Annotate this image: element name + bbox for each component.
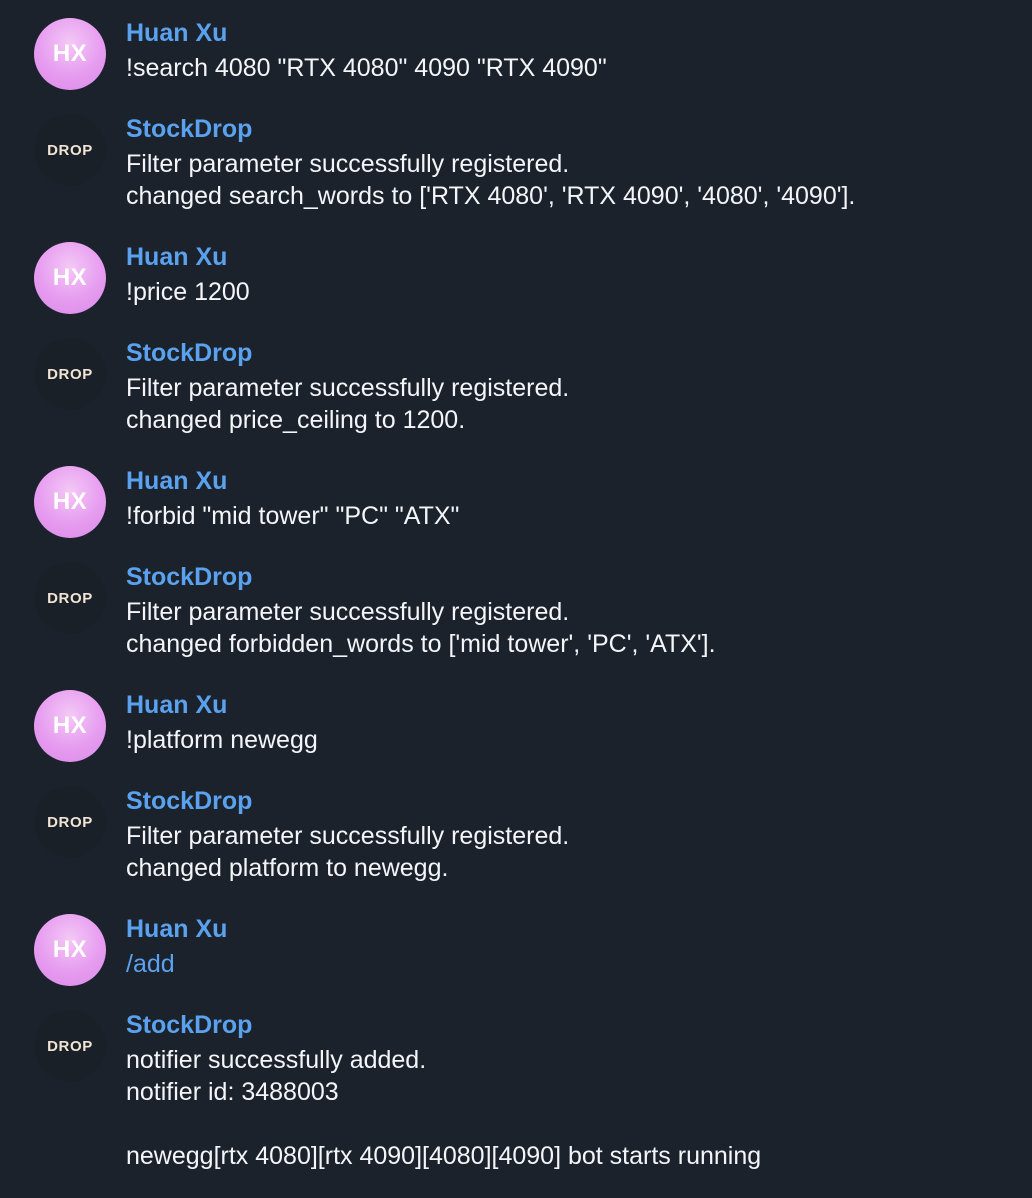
avatar-logo-text: DROP bbox=[47, 1037, 93, 1055]
message-text: !price 1200 bbox=[126, 278, 250, 306]
sender-name[interactable]: StockDrop bbox=[126, 786, 1012, 816]
user-avatar[interactable]: HX bbox=[34, 242, 106, 314]
sender-name[interactable]: StockDrop bbox=[126, 1010, 1012, 1040]
avatar-initials: HX bbox=[52, 264, 88, 291]
message-text: newegg[rtx 4080][rtx 4090][4080][4090] b… bbox=[126, 1142, 762, 1170]
user-avatar[interactable]: HX bbox=[34, 18, 106, 90]
user-avatar[interactable]: HX bbox=[34, 466, 106, 538]
message-text: changed search_words to ['RTX 4080', 'RT… bbox=[126, 182, 856, 210]
sender-name[interactable]: Huan Xu bbox=[126, 242, 1012, 272]
avatar-logo-text: DROP bbox=[47, 589, 93, 607]
message-text: notifier successfully added. bbox=[126, 1046, 427, 1074]
avatar-logo-text: DROP bbox=[47, 813, 93, 831]
sender-name[interactable]: Huan Xu bbox=[126, 914, 1012, 944]
sender-name[interactable]: StockDrop bbox=[126, 114, 1012, 144]
avatar-initials: HX bbox=[52, 488, 88, 515]
user-avatar[interactable]: HX bbox=[34, 914, 106, 986]
message-text: changed price_ceiling to 1200. bbox=[126, 406, 466, 434]
sender-name[interactable]: Huan Xu bbox=[126, 18, 1012, 48]
sender-name[interactable]: StockDrop bbox=[126, 338, 1012, 368]
user-avatar[interactable]: HX bbox=[34, 690, 106, 762]
message-text: Filter parameter successfully registered… bbox=[126, 822, 570, 850]
bot-avatar[interactable]: DROP bbox=[34, 786, 106, 858]
avatar-initials: HX bbox=[52, 40, 88, 67]
message-text: !forbid "mid tower" "PC" "ATX" bbox=[126, 502, 460, 530]
sender-name[interactable]: StockDrop bbox=[126, 562, 1012, 592]
avatar-initials: HX bbox=[52, 936, 88, 963]
bot-avatar[interactable]: DROP bbox=[34, 562, 106, 634]
message-text: changed platform to newegg. bbox=[126, 854, 449, 882]
message-text: Filter parameter successfully registered… bbox=[126, 598, 570, 626]
chat-history: HX Huan Xu !search 4080 "RTX 4080" 4090 … bbox=[0, 0, 1032, 1198]
message-text: !platform newegg bbox=[126, 726, 318, 754]
avatar-initials: HX bbox=[52, 712, 88, 739]
message-text: !search 4080 "RTX 4080" 4090 "RTX 4090" bbox=[126, 54, 607, 82]
sender-name[interactable]: Huan Xu bbox=[126, 466, 1012, 496]
message-text: changed forbidden_words to ['mid tower',… bbox=[126, 630, 716, 658]
avatar-logo-text: DROP bbox=[47, 141, 93, 159]
avatar-logo-text: DROP bbox=[47, 365, 93, 383]
bot-avatar[interactable]: DROP bbox=[34, 1010, 106, 1082]
message-text: Filter parameter successfully registered… bbox=[126, 374, 570, 402]
command-link[interactable]: /add bbox=[126, 948, 1012, 980]
sender-name[interactable]: Huan Xu bbox=[126, 690, 1012, 720]
bot-avatar[interactable]: DROP bbox=[34, 338, 106, 410]
message-text: notifier id: 3488003 bbox=[126, 1078, 339, 1106]
bot-avatar[interactable]: DROP bbox=[34, 114, 106, 186]
message-text: Filter parameter successfully registered… bbox=[126, 150, 570, 178]
